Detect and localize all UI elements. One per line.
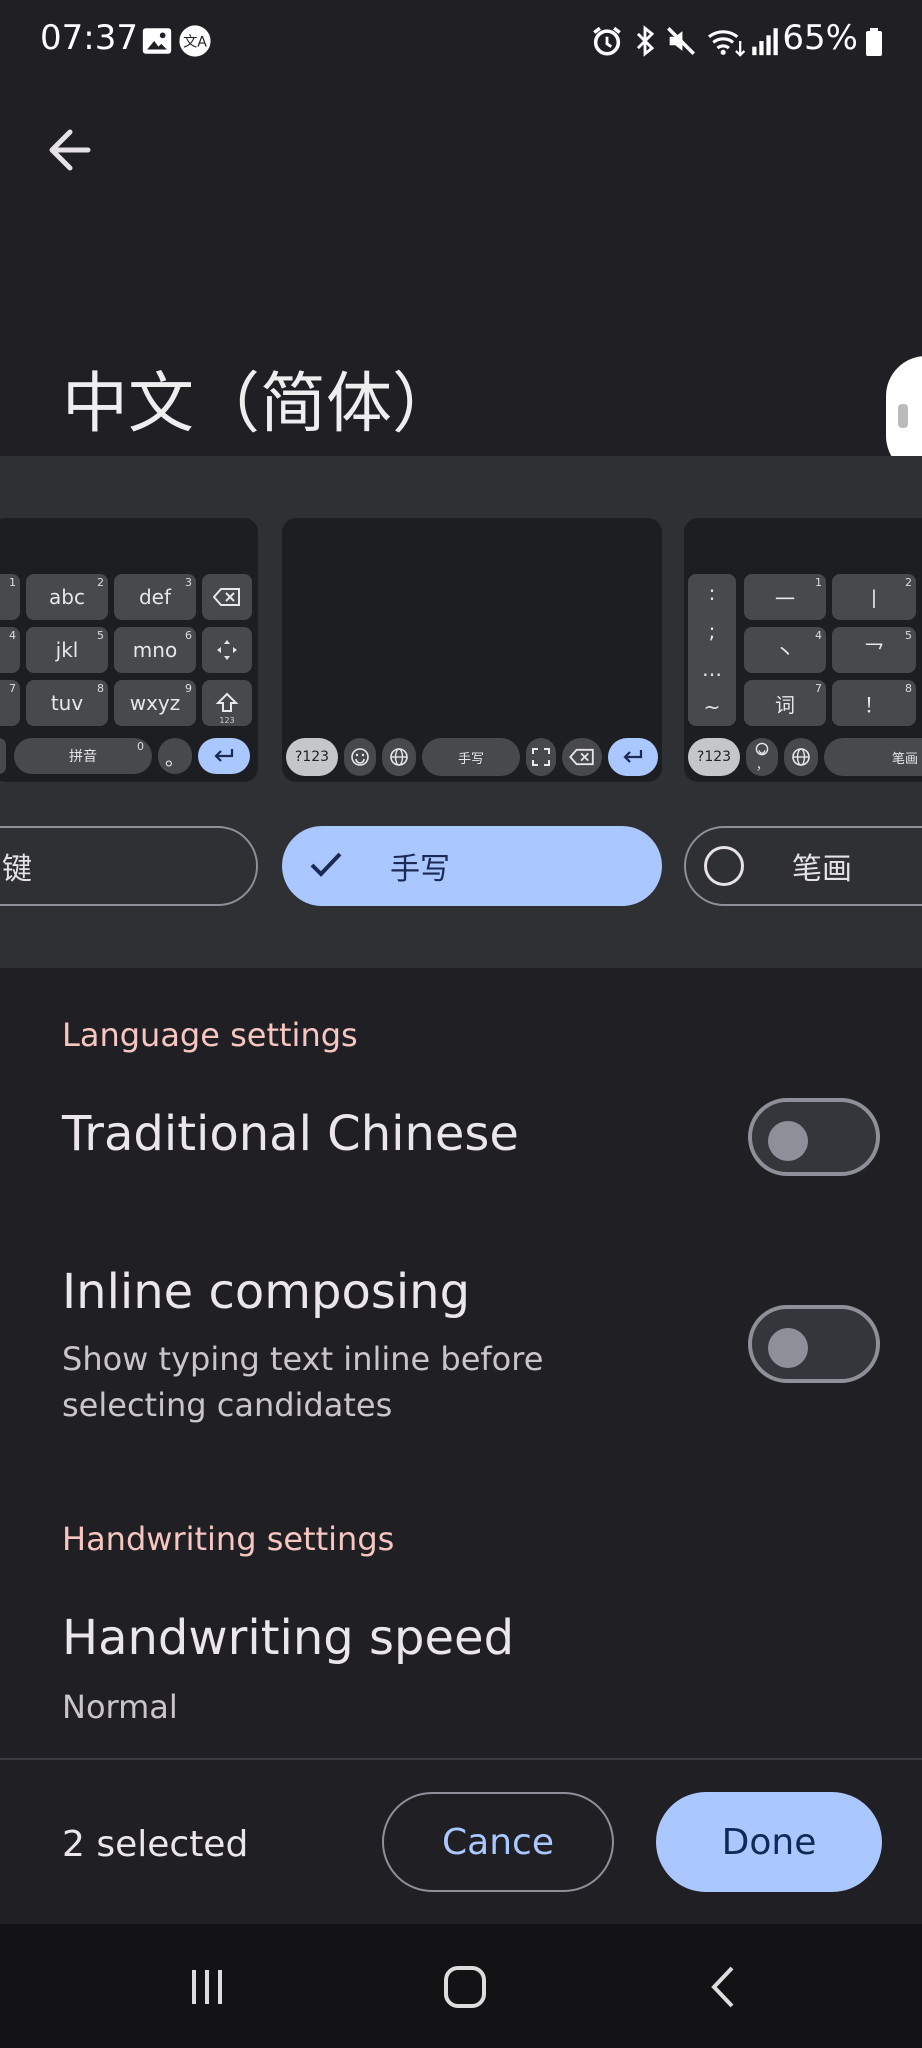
handle-grip-icon <box>898 404 908 428</box>
cursor-move-icon <box>202 627 252 673</box>
home-icon[interactable] <box>440 1962 490 2012</box>
key-wxyz: wxyz 9 <box>114 680 196 726</box>
battery-percentage: 65% <box>782 18 858 58</box>
key-exclamation: ！ 8 <box>832 680 916 726</box>
space-key: 手写 <box>422 738 520 776</box>
back-nav-icon[interactable] <box>700 1962 750 2012</box>
layout-option-label: 手写 <box>390 852 450 887</box>
symbols-key: ?123 <box>688 738 740 776</box>
key-jkl: jkl 5 <box>26 627 108 673</box>
emoji-comma-key: ， <box>746 738 778 776</box>
back-arrow-icon[interactable] <box>40 118 104 182</box>
space-key: 拼音 0 <box>14 738 152 774</box>
handwriting-speed-title[interactable]: Handwriting speed <box>62 1610 514 1666</box>
emoji-icon <box>344 738 376 776</box>
translate-icon: 文A <box>179 25 211 57</box>
navigation-bar <box>0 1924 922 2048</box>
key-tuv: tuv 8 <box>26 680 108 726</box>
layout-preview-pinyin-9key[interactable]: 1 abc 2 def 3 4 jkl 5 mno 6 7 tuv 8 wxyz 9 123… <box>0 518 258 782</box>
radio-unselected-icon <box>704 846 744 886</box>
mute-icon <box>666 26 696 56</box>
checkmark-icon <box>310 852 342 877</box>
globe-icon <box>382 738 416 776</box>
key-stroke-dian: 丶4 <box>744 627 826 673</box>
key-word: 词7 <box>744 680 826 726</box>
globe-icon <box>784 738 818 776</box>
backspace-icon <box>562 738 602 776</box>
inline-composing-subtitle-1: Show typing text inline before <box>62 1340 544 1378</box>
shift-icon: 123 <box>202 680 252 726</box>
layout-option-handwriting[interactable]: 手写 <box>282 826 662 906</box>
selected-count: 2 selected <box>62 1824 249 1865</box>
layout-preview-stroke[interactable]: : ; … ~ 一1 丨2 丶4 乛5 词7 ！ 8 ?123 ， 笔画 <box>684 518 922 782</box>
punctuation-column: : ; … ~ <box>688 574 736 726</box>
inline-composing-subtitle-2: selecting candidates <box>62 1386 393 1424</box>
layout-preview-handwriting[interactable]: ?123 手写 <box>282 518 662 782</box>
section-header-language: Language settings <box>62 1016 358 1054</box>
key-1: 1 <box>0 574 20 620</box>
inline-composing-toggle[interactable] <box>748 1305 880 1383</box>
key-7: 7 <box>0 680 20 726</box>
layout-option-stroke[interactable]: 笔画 <box>684 826 922 906</box>
key-partial <box>0 738 6 774</box>
status-bar: 07:37 文A 65% <box>0 0 922 86</box>
layout-option-label: 键 <box>2 852 32 887</box>
signal-icon <box>752 28 778 56</box>
period-key: 。 <box>158 738 192 774</box>
bluetooth-icon <box>636 25 655 57</box>
key-abc: abc 2 <box>26 574 108 620</box>
layout-option-9key[interactable]: 键 <box>0 826 258 906</box>
layout-option-label: 笔画 <box>792 852 852 887</box>
section-header-handwriting: Handwriting settings <box>62 1520 395 1558</box>
enter-icon <box>198 738 250 774</box>
fullscreen-icon <box>526 738 556 776</box>
status-time: 07:37 <box>40 18 138 58</box>
enter-icon <box>608 738 658 776</box>
key-stroke-heng: 一1 <box>744 574 826 620</box>
key-4: 4 <box>0 627 20 673</box>
handwriting-speed-value: Normal <box>62 1688 178 1726</box>
space-key: 笔画 <box>824 738 922 776</box>
backspace-icon <box>202 574 252 620</box>
page-title: 中文（简体） <box>62 365 458 442</box>
gallery-icon <box>142 28 172 54</box>
divider <box>0 1758 922 1760</box>
battery-icon <box>866 28 882 56</box>
traditional-chinese-title: Traditional Chinese <box>62 1106 519 1162</box>
svg-text:文A: 文A <box>183 35 207 51</box>
key-mno: mno 6 <box>114 627 196 673</box>
traditional-chinese-toggle[interactable] <box>748 1098 880 1176</box>
alarm-icon <box>593 26 621 56</box>
wifi-icon <box>708 30 746 57</box>
toggle-thumb <box>768 1121 808 1161</box>
inline-composing-title: Inline composing <box>62 1264 471 1320</box>
done-button[interactable]: Done <box>656 1792 882 1892</box>
key-def: def 3 <box>114 574 196 620</box>
key-stroke-shu: 丨2 <box>832 574 916 620</box>
symbols-key: ?123 <box>286 738 338 776</box>
recent-apps-icon[interactable] <box>182 1962 232 2012</box>
cancel-button[interactable]: Cance <box>382 1792 614 1892</box>
toggle-thumb <box>768 1328 808 1368</box>
key-stroke-zhe: 乛5 <box>832 627 916 673</box>
